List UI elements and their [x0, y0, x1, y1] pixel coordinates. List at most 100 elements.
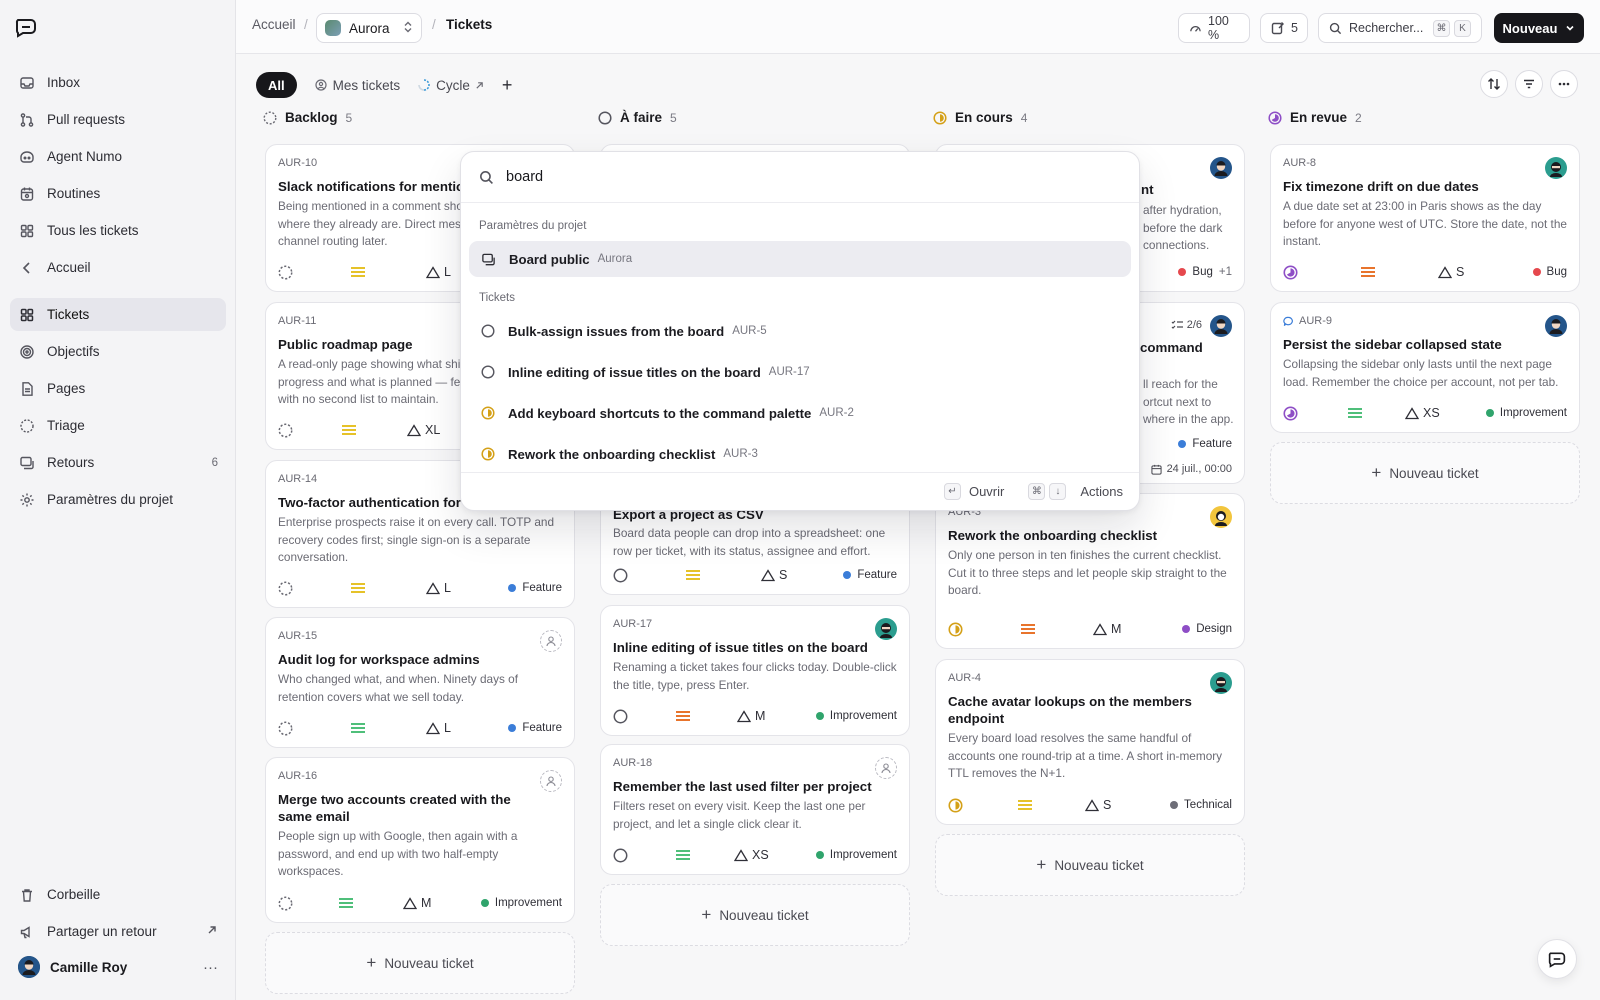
priority-low-icon[interactable]	[351, 722, 365, 734]
zoom-control[interactable]: 100 %	[1178, 13, 1250, 43]
project-switcher[interactable]: Aurora	[316, 13, 422, 43]
ticket-card[interactable]: AUR-4 Cache avatar lookups on the member…	[935, 659, 1245, 825]
sidebar-item-trash[interactable]: Corbeille	[10, 878, 226, 911]
avatar[interactable]	[1210, 672, 1232, 694]
size-badge[interactable]: M	[403, 896, 431, 910]
filter-button[interactable]	[1515, 70, 1543, 98]
palette-result-ticket[interactable]: Add keyboard shortcuts to the command pa…	[469, 395, 1131, 431]
notes-button[interactable]: 5	[1260, 13, 1308, 43]
size-badge[interactable]: L	[426, 581, 451, 595]
unassigned-avatar-icon[interactable]	[540, 630, 562, 652]
size-badge[interactable]: M	[1093, 622, 1121, 636]
palette-result-board-public[interactable]: Board public Aurora	[469, 241, 1131, 277]
palette-search-input[interactable]: board	[461, 152, 1139, 203]
priority-medium-icon[interactable]	[351, 266, 365, 278]
priority-medium-icon[interactable]	[686, 569, 700, 581]
sidebar-item-triage[interactable]: Triage	[10, 409, 226, 442]
palette-result-ticket[interactable]: Bulk-assign issues from the board AUR-5	[469, 313, 1131, 349]
size-badge[interactable]: XS	[1405, 406, 1440, 420]
unassigned-avatar-icon[interactable]	[875, 757, 897, 779]
filter-cycle[interactable]: Cycle	[418, 78, 484, 93]
priority-high-icon[interactable]	[676, 710, 690, 722]
backlog-status-icon[interactable]	[278, 896, 294, 911]
filter-my-tickets[interactable]: Mes tickets	[315, 78, 400, 93]
ticket-card[interactable]: AUR-16 Merge two accounts created with t…	[265, 757, 575, 923]
assistant-chat-button[interactable]	[1537, 939, 1577, 979]
sidebar-item-routines[interactable]: Routines	[10, 177, 226, 210]
ticket-card[interactable]: AUR-18 Remember the last used filter per…	[600, 744, 910, 875]
checklist-progress[interactable]: 2/6	[1171, 319, 1202, 331]
avatar[interactable]	[1210, 315, 1232, 337]
priority-low-icon[interactable]	[1348, 407, 1362, 419]
sort-button[interactable]	[1480, 70, 1508, 98]
ticket-card[interactable]: AUR-15 Audit log for workspace admins Wh…	[265, 617, 575, 748]
label-badge[interactable]: Design	[1182, 623, 1232, 635]
breadcrumb-home[interactable]: Accueil	[252, 17, 296, 32]
search-input[interactable]: Rechercher... ⌘ K	[1318, 13, 1482, 43]
avatar[interactable]	[1210, 506, 1232, 528]
backlog-status-icon[interactable]	[278, 581, 294, 596]
label-badge[interactable]: Improvement	[480, 897, 562, 909]
filter-all[interactable]: All	[256, 72, 297, 98]
ticket-card[interactable]: AUR-8 Fix timezone drift on due dates A …	[1270, 144, 1580, 292]
sidebar-item-share-feedback[interactable]: Partager un retour	[10, 915, 226, 948]
label-badge[interactable]: Improvement	[1485, 407, 1567, 419]
review-status-icon[interactable]	[1283, 264, 1299, 280]
avatar[interactable]	[875, 618, 897, 640]
avatar[interactable]	[1545, 157, 1567, 179]
sidebar-item-objectives[interactable]: Objectifs	[10, 335, 226, 368]
unassigned-avatar-icon[interactable]	[540, 770, 562, 792]
size-badge[interactable]: S	[1438, 265, 1464, 279]
sidebar-item-all-tickets[interactable]: Tous les tickets	[10, 214, 226, 247]
label-badge[interactable]: Bug +1	[1178, 266, 1232, 278]
sidebar-item-home[interactable]: Accueil	[10, 251, 226, 284]
label-badge[interactable]: Feature	[508, 582, 562, 594]
more-icon[interactable]: ···	[203, 959, 218, 976]
sidebar-item-agent[interactable]: Agent Numo	[10, 140, 226, 173]
in-progress-status-icon[interactable]	[948, 621, 964, 637]
label-badge[interactable]: Technical	[1170, 799, 1232, 811]
todo-status-icon[interactable]	[613, 848, 629, 863]
backlog-status-icon[interactable]	[278, 265, 294, 280]
size-badge[interactable]: XS	[734, 848, 769, 862]
label-badge[interactable]: Bug	[1532, 266, 1567, 278]
priority-medium-icon[interactable]	[1018, 799, 1032, 811]
avatar[interactable]	[1545, 315, 1567, 337]
priority-high-icon[interactable]	[1021, 623, 1035, 635]
label-badge[interactable]: Feature	[843, 569, 897, 581]
sidebar-item-project-settings[interactable]: Paramètres du projet	[10, 483, 226, 516]
ticket-card[interactable]: AUR-3 Rework the onboarding checklist On…	[935, 493, 1245, 649]
due-date[interactable]: 24 juil., 00:00	[1150, 463, 1232, 475]
size-badge[interactable]: S	[1085, 798, 1111, 812]
label-badge[interactable]: Feature	[1178, 438, 1232, 450]
size-badge[interactable]: XL	[407, 423, 440, 437]
user-menu[interactable]: Camille Roy ···	[10, 950, 226, 984]
new-ticket-button[interactable]: + Nouveau ticket	[935, 834, 1245, 896]
new-button[interactable]: Nouveau	[1494, 13, 1584, 43]
sidebar-item-pull-requests[interactable]: Pull requests	[10, 103, 226, 136]
app-logo-icon[interactable]	[14, 16, 38, 38]
ticket-card[interactable]: AUR-9 Persist the sidebar collapsed stat…	[1270, 302, 1580, 433]
todo-status-icon[interactable]	[613, 568, 629, 583]
new-ticket-button[interactable]: + Nouveau ticket	[600, 884, 910, 946]
size-badge[interactable]: S	[761, 568, 787, 582]
priority-low-icon[interactable]	[676, 849, 690, 861]
new-ticket-button[interactable]: + Nouveau ticket	[1270, 442, 1580, 504]
todo-status-icon[interactable]	[613, 709, 629, 724]
sidebar-item-feedback[interactable]: Retours 6	[10, 446, 226, 479]
palette-result-ticket[interactable]: Rework the onboarding checklist AUR-3	[469, 436, 1131, 472]
label-badge[interactable]: Improvement	[815, 710, 897, 722]
review-status-icon[interactable]	[1283, 405, 1299, 421]
new-ticket-button[interactable]: + Nouveau ticket	[265, 932, 575, 994]
palette-result-ticket[interactable]: Inline editing of issue titles on the bo…	[469, 354, 1131, 390]
backlog-status-icon[interactable]	[278, 423, 294, 438]
size-badge[interactable]: L	[426, 265, 451, 279]
priority-high-icon[interactable]	[1361, 266, 1375, 278]
open-action[interactable]: Ouvrir	[969, 484, 1004, 499]
actions-action[interactable]: Actions	[1080, 484, 1123, 499]
priority-medium-icon[interactable]	[342, 424, 356, 436]
label-badge[interactable]: Improvement	[815, 849, 897, 861]
ticket-card[interactable]: AUR-17 Inline editing of issue titles on…	[600, 605, 910, 736]
label-badge[interactable]: Feature	[508, 722, 562, 734]
priority-low-icon[interactable]	[339, 897, 353, 909]
